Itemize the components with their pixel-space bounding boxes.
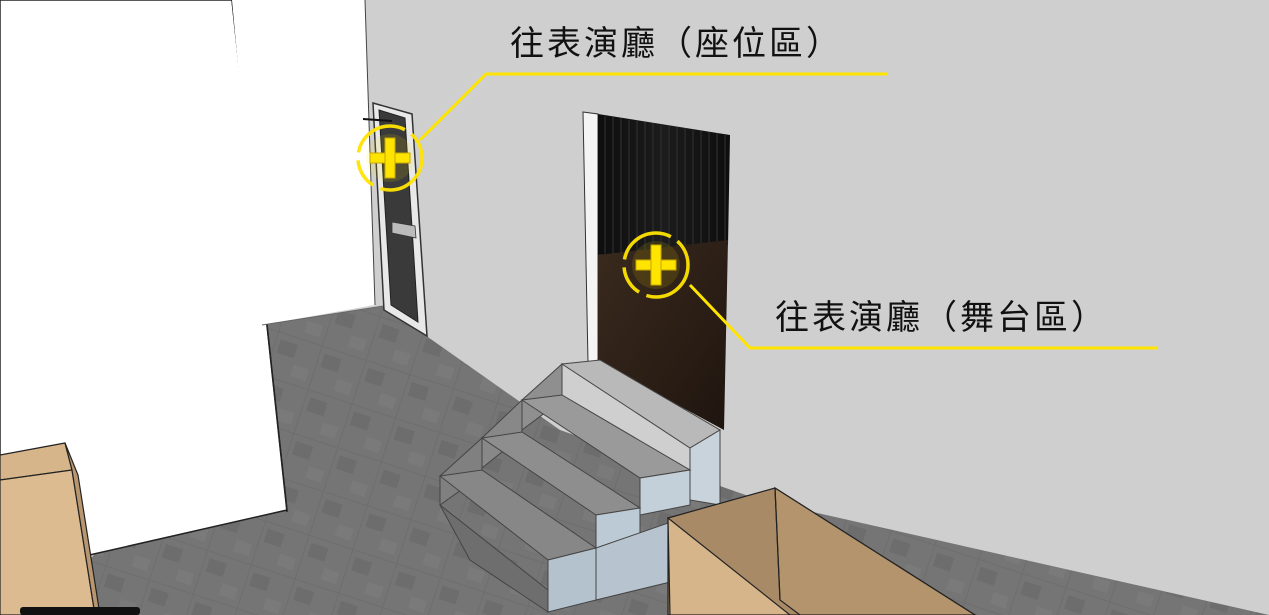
plus-circle-icon	[356, 124, 424, 192]
seating-area-link[interactable]: 往表演廳（座位區）	[510, 27, 843, 61]
stage-hotspot[interactable]	[622, 231, 690, 299]
plus-circle-icon	[622, 231, 690, 299]
seating-hotspot[interactable]	[356, 124, 424, 192]
corner-strip	[20, 607, 140, 615]
stage-area-link[interactable]: 往表演廳（舞台區）	[775, 301, 1108, 335]
